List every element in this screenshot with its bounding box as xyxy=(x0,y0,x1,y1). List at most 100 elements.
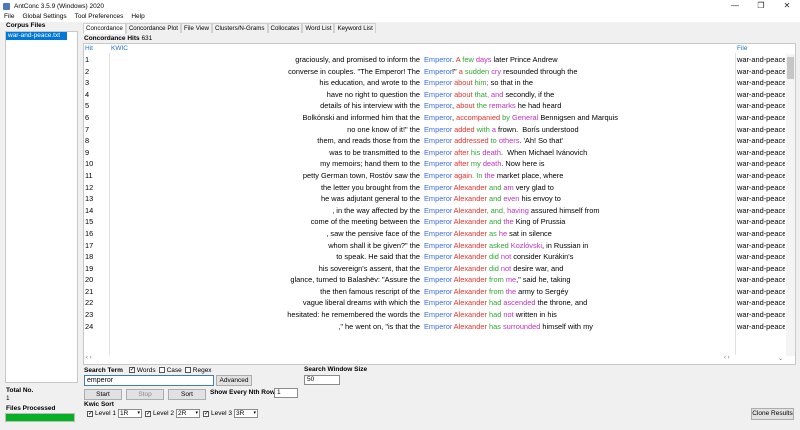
kwic-right-context: Alexander did not consider Kurákin's xyxy=(452,251,734,263)
tab-word-list[interactable]: Word List xyxy=(302,23,335,33)
menu-tool-preferences[interactable]: Tool Preferences xyxy=(71,12,128,22)
sort-button[interactable]: Sort xyxy=(168,389,206,400)
kwic-keyword[interactable]: Emperor xyxy=(424,297,452,309)
table-row[interactable]: 21 the then famous rescript of the Emperor… xyxy=(84,286,794,298)
menu-global-settings[interactable]: Global Settings xyxy=(18,12,70,22)
tab-file-view[interactable]: File View xyxy=(181,23,212,33)
level-1-select[interactable]: 1R xyxy=(117,409,142,418)
kwic-keyword[interactable]: Emperor xyxy=(424,205,452,217)
table-row[interactable]: 1 graciously, and promised to inform the E… xyxy=(84,54,794,66)
kwic-keyword[interactable]: Emperor xyxy=(424,240,452,252)
kwic-keyword[interactable]: Emperor xyxy=(424,54,452,66)
table-row[interactable]: 18 to speak. He said that the Emperor Alex… xyxy=(84,251,794,263)
kwic-keyword[interactable]: Emperor xyxy=(424,228,452,240)
kwic-keyword[interactable]: Emperor xyxy=(424,216,452,228)
table-row[interactable]: 11 petty German town, Rostóv saw the Emper… xyxy=(84,170,794,182)
table-row[interactable]: 16 , saw the pensive face of the Emperor A… xyxy=(84,228,794,240)
table-row[interactable]: 10 my memoirs; hand them to the Emperor af… xyxy=(84,158,794,170)
tab-concordance[interactable]: Concordance xyxy=(83,23,126,34)
header-hit[interactable]: Hit xyxy=(85,45,93,52)
scroll-down-icon[interactable]: ⌄ xyxy=(778,355,783,362)
horizontal-scrollbar[interactable]: ‹ › ‹ › ⌄ xyxy=(84,355,795,364)
restore-icon[interactable]: ❐ xyxy=(748,0,774,12)
sort-level-1[interactable]: Level 1 1R xyxy=(84,409,142,418)
corpus-file-item[interactable]: war-and-peace.txt xyxy=(6,32,67,40)
table-row[interactable]: 17 whom shall it be given?" the Emperor Al… xyxy=(84,240,794,252)
tab-collocates[interactable]: Collocates xyxy=(267,23,303,33)
table-row[interactable]: 22 vague liberal dreams with which the Emp… xyxy=(84,297,794,309)
kwic-keyword[interactable]: Emperor xyxy=(424,124,452,136)
kwic-keyword[interactable]: Emperor xyxy=(424,158,452,170)
search-window-size-input[interactable]: 50 xyxy=(304,375,340,385)
table-row[interactable]: 6 Bolkónski and informed him that the Empe… xyxy=(84,112,794,124)
table-row[interactable]: 15 come of the meeting between the Emperor… xyxy=(84,216,794,228)
kwic-keyword[interactable]: Emperor xyxy=(424,66,452,78)
scroll-left-icon[interactable]: ‹ › xyxy=(86,355,92,361)
kwic-keyword[interactable]: Emperor xyxy=(424,182,452,194)
menu-help[interactable]: Help xyxy=(127,12,148,22)
level-2-select[interactable]: 2R xyxy=(175,409,200,418)
tab-clusters-ngrams[interactable]: Clusters/N-Grams xyxy=(212,23,268,33)
table-row[interactable]: 19 his sovereign's assent, that the Empero… xyxy=(84,263,794,275)
kwic-right-context: addressed to others. 'Ah! So that' xyxy=(452,135,734,147)
table-row[interactable]: 12 the letter you brought from the Emperor… xyxy=(84,182,794,194)
corpus-file-list[interactable]: war-and-peace.txt xyxy=(5,31,78,383)
scroll-right-icon[interactable]: ‹ › xyxy=(724,355,730,361)
stop-button[interactable]: Stop xyxy=(126,389,164,400)
tab-keyword-list[interactable]: Keyword List xyxy=(334,23,376,33)
table-row[interactable]: 23 hesitated: he remembered the words the… xyxy=(84,309,794,321)
kwic-keyword[interactable]: Emperor xyxy=(424,147,452,159)
table-row[interactable]: 9 was to be transmitted to the Emperor aft… xyxy=(84,147,794,159)
level-3-checkbox[interactable] xyxy=(203,410,209,417)
sort-level-2[interactable]: Level 2 2R xyxy=(142,409,200,418)
level-2-checkbox[interactable] xyxy=(145,410,151,417)
minimize-icon[interactable]: — xyxy=(722,0,748,12)
kwic-keyword[interactable]: Emperor xyxy=(424,77,452,89)
table-row[interactable]: 3 his education, and wrote to the Emperor … xyxy=(84,77,794,89)
kwic-keyword[interactable]: Emperor xyxy=(424,170,452,182)
kwic-keyword[interactable]: Emperor xyxy=(424,193,452,205)
table-row[interactable]: 7 no one know of it!" the Emperor added wi… xyxy=(84,124,794,136)
menu-file[interactable]: File xyxy=(0,12,18,22)
search-term-input[interactable]: emperor xyxy=(84,375,214,386)
words-checkbox[interactable] xyxy=(128,366,135,373)
kwic-keyword[interactable]: Emperor xyxy=(424,263,452,275)
start-button[interactable]: Start xyxy=(84,389,122,400)
table-row[interactable]: 5 details of his interview with the Empero… xyxy=(84,100,794,112)
kwic-right-context: Alexander had not written in his xyxy=(452,309,734,321)
scrollbar-thumb[interactable] xyxy=(787,57,794,79)
level-3-select[interactable]: 3R xyxy=(233,409,258,418)
kwic-keyword[interactable]: Emperor xyxy=(424,89,452,101)
concordance-table[interactable]: Hit KWIC File 1 graciously, and promised … xyxy=(83,43,796,365)
level-1-checkbox[interactable] xyxy=(87,410,93,417)
nth-row-stepper[interactable]: 1 xyxy=(274,388,298,398)
kwic-keyword[interactable]: Emperor xyxy=(424,286,452,298)
row-file-name: war-and-peace.txt xyxy=(737,321,785,331)
header-file[interactable]: File xyxy=(737,45,747,52)
clone-results-button[interactable]: Clone Results xyxy=(751,408,794,420)
table-row[interactable]: 24 ," he went on, "is that the Emperor Ale… xyxy=(84,321,794,333)
table-row[interactable]: 8 them, and reads those from the Emperor a… xyxy=(84,135,794,147)
close-icon[interactable]: ✕ xyxy=(774,0,800,12)
table-row[interactable]: 20 glance, turned to Balashëv: "Assure th… xyxy=(84,274,794,286)
kwic-keyword[interactable]: Emperor xyxy=(424,112,452,124)
hit-number: 21 xyxy=(85,286,94,296)
sort-level-3[interactable]: Level 3 3R xyxy=(200,409,258,418)
table-row[interactable]: 2 converse in couples. "The Emperor! The E… xyxy=(84,66,794,78)
context-token: Kozlóvski xyxy=(508,240,542,250)
kwic-keyword[interactable]: Emperor xyxy=(424,321,452,333)
kwic-keyword[interactable]: Emperor xyxy=(424,251,452,263)
tab-concordance-plot[interactable]: Concordance Plot xyxy=(125,23,181,33)
table-row[interactable]: 14 , in the way affected by the Emperor Al… xyxy=(84,205,794,217)
kwic-keyword[interactable]: Emperor xyxy=(424,309,452,321)
vertical-scrollbar[interactable] xyxy=(786,54,795,356)
kwic-keyword[interactable]: Emperor xyxy=(424,100,452,112)
advanced-button[interactable]: Advanced xyxy=(216,375,252,386)
table-row[interactable]: 13 he was adjutant general to the Emperor … xyxy=(84,193,794,205)
table-row[interactable]: 4 have no right to question the Emperor ab… xyxy=(84,89,794,101)
case-checkbox[interactable] xyxy=(158,367,165,373)
header-kwic[interactable]: KWIC xyxy=(111,45,128,52)
regex-checkbox[interactable] xyxy=(184,367,191,373)
kwic-keyword[interactable]: Emperor xyxy=(424,135,452,147)
kwic-keyword[interactable]: Emperor xyxy=(424,274,452,286)
